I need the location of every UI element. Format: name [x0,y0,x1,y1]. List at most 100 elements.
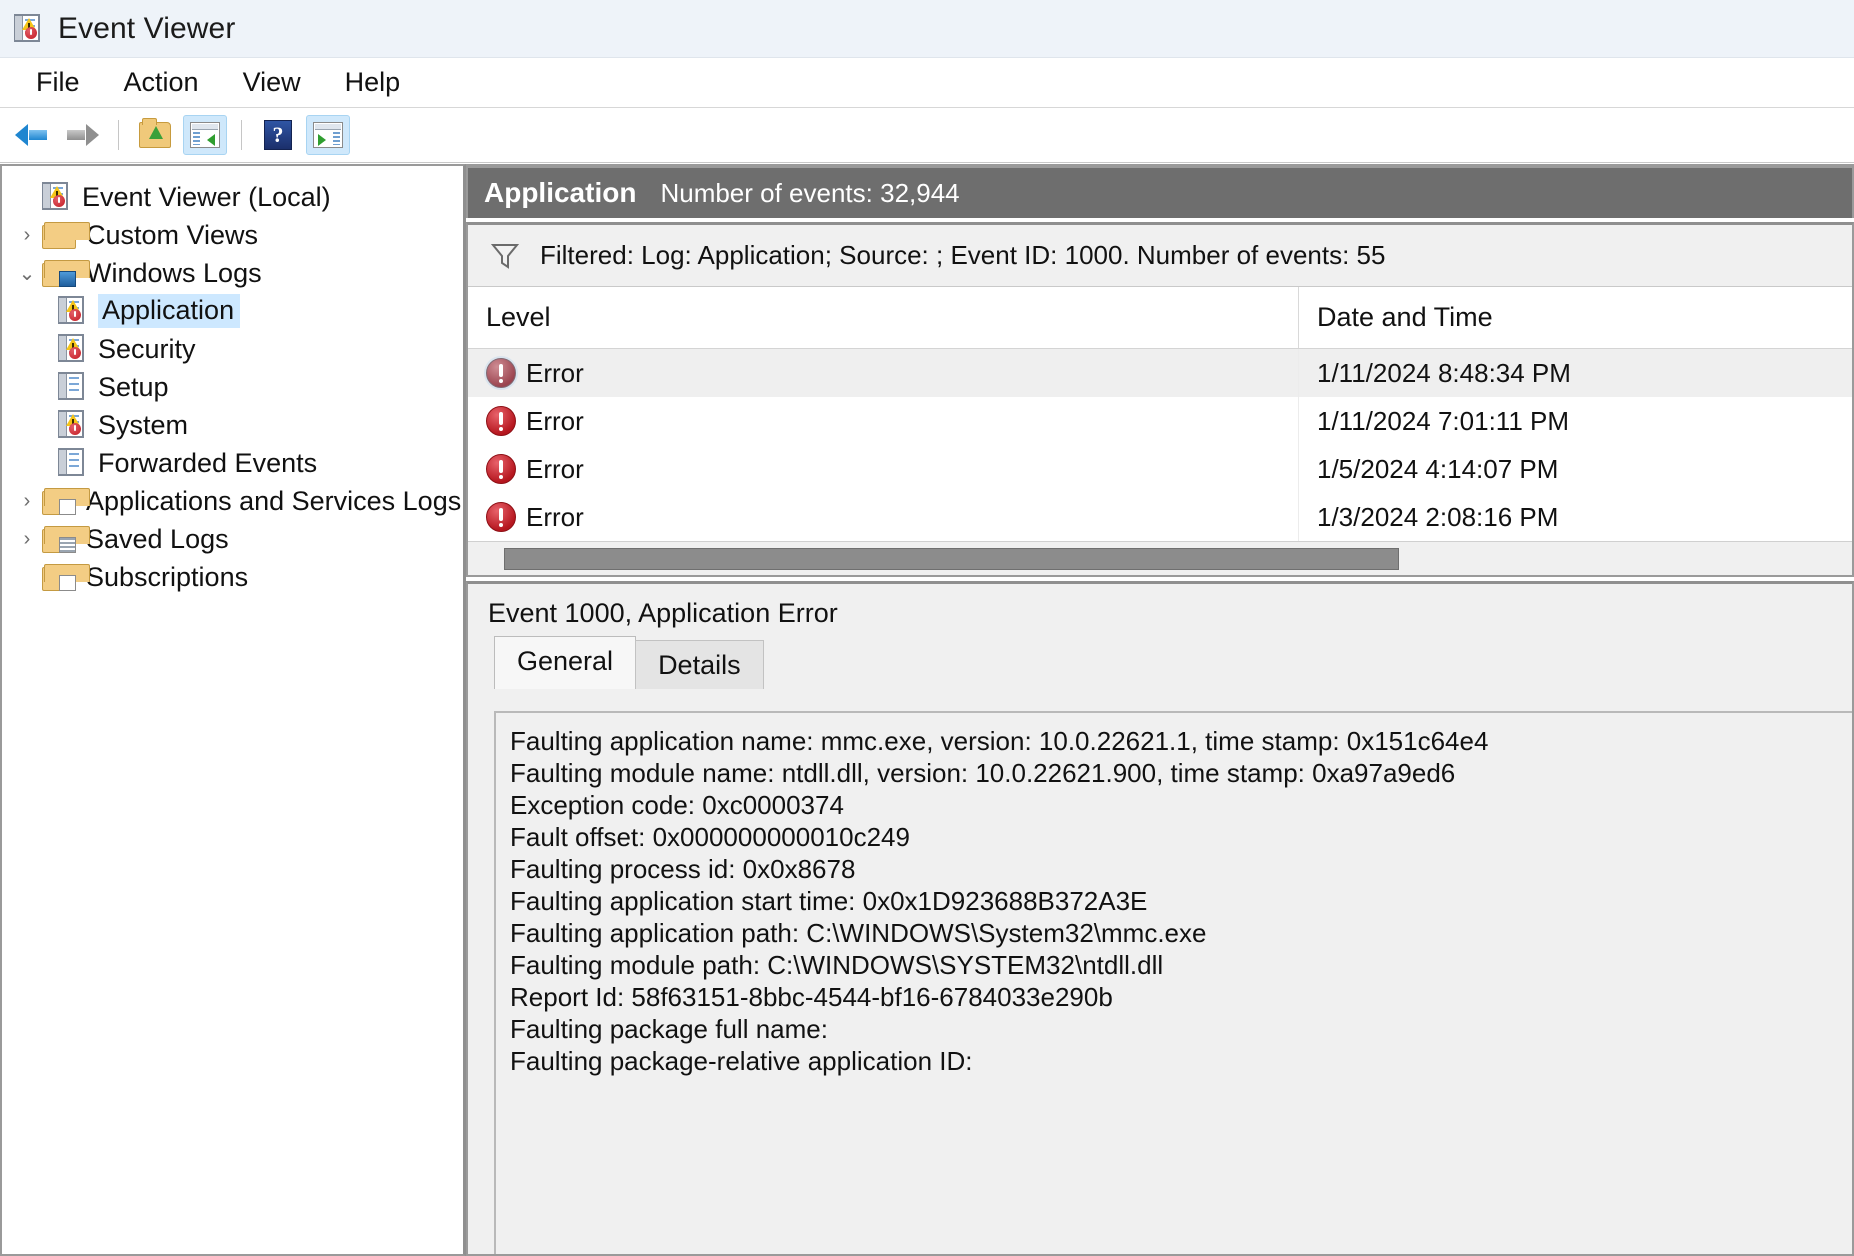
sidebar-item-label: Custom Views [86,220,258,251]
sidebar-item-label: System [98,410,188,441]
error-icon [486,358,516,388]
event-log-icon [14,14,44,44]
sidebar-item-subscriptions[interactable]: Subscriptions [2,558,463,596]
event-list-horizontal-scrollbar[interactable] [468,541,1852,575]
sidebar-item-label: Application [98,294,240,328]
folder-app-icon [42,488,76,515]
folder-windows-icon [42,260,76,287]
detail-line: Faulting application start time: 0x0x1D9… [510,885,1852,917]
detail-line: Faulting package full name: [510,1013,1852,1045]
error-icon [486,406,516,436]
sidebar-item-label: Applications and Services Logs [86,486,461,517]
show-hide-console-tree-button[interactable] [183,115,227,155]
event-datetime-cell: 1/3/2024 2:08:16 PM [1299,502,1852,533]
menu-item-help[interactable]: Help [327,63,419,102]
chevron-right-icon[interactable]: › [12,490,42,513]
plain-log-icon [58,448,88,478]
help-button[interactable]: ? [256,115,300,155]
sidebar-item-event-viewer-local[interactable]: Event Viewer (Local) [2,178,463,216]
event-datetime-cell: 1/11/2024 8:48:34 PM [1299,358,1852,389]
sidebar-item-setup[interactable]: Setup [2,368,463,406]
sidebar-item-custom-views[interactable]: › Custom Views [2,216,463,254]
detail-line: Faulting application path: C:\WINDOWS\Sy… [510,917,1852,949]
pane-header-log-name: Application [484,177,636,209]
question-mark-icon: ? [264,120,292,150]
title-bar: Event Viewer [0,0,1854,58]
tab-general[interactable]: General [494,636,636,689]
sidebar-item-security[interactable]: Security [2,330,463,368]
menu-item-file[interactable]: File [18,63,98,102]
pane-header-event-count: Number of events: 32,944 [660,178,959,209]
sidebar-item-label: Setup [98,372,169,403]
toolbar: ? [0,108,1854,163]
table-row[interactable]: Error 1/3/2024 2:08:16 PM [468,493,1852,541]
console-tree-icon [190,122,220,148]
detail-line: Faulting process id: 0x0x8678 [510,853,1852,885]
event-log-icon [58,334,88,364]
filter-bar[interactable]: Filtered: Log: Application; Source: ; Ev… [468,225,1852,287]
sidebar-item-label: Event Viewer (Local) [82,182,331,213]
sidebar-item-label: Forwarded Events [98,448,317,479]
detail-tab-body: Faulting application name: mmc.exe, vers… [468,689,1852,1254]
error-icon [486,502,516,532]
event-log-icon [58,296,88,326]
event-log-icon [58,410,88,440]
sidebar-item-windows-logs[interactable]: ⌄ Windows Logs [2,254,463,292]
folder-subscription-icon [42,564,76,591]
detail-line: Exception code: 0xc0000374 [510,789,1852,821]
event-log-icon [42,182,72,212]
error-icon [486,454,516,484]
sidebar-item-system[interactable]: System [2,406,463,444]
sidebar-item-label: Windows Logs [86,258,262,289]
detail-line: Faulting module name: ntdll.dll, version… [510,757,1852,789]
back-button[interactable] [10,115,54,155]
main-body: Event Viewer (Local) › Custom Views ⌄ Wi… [0,164,1854,1256]
sidebar-item-label: Subscriptions [86,562,248,593]
sidebar-item-application[interactable]: Application [2,292,463,330]
table-row[interactable]: Error 1/11/2024 8:48:34 PM [468,349,1852,397]
menu-item-view[interactable]: View [225,63,319,102]
event-datetime-cell: 1/5/2024 4:14:07 PM [1299,454,1852,485]
plain-log-icon [58,372,88,402]
event-level-cell: Error [468,445,1299,493]
detail-line: Faulting module path: C:\WINDOWS\SYSTEM3… [510,949,1852,981]
chevron-down-icon[interactable]: ⌄ [12,261,42,286]
table-row[interactable]: Error 1/11/2024 7:01:11 PM [468,397,1852,445]
details-pane: Application Number of events: 32,944 Fil… [466,164,1854,1256]
show-hide-action-pane-button[interactable] [306,115,350,155]
chevron-right-icon[interactable]: › [12,528,42,551]
event-datetime-cell: 1/11/2024 7:01:11 PM [1299,406,1852,437]
menu-item-action[interactable]: Action [106,63,217,102]
detail-line: Faulting package-relative application ID… [510,1045,1852,1077]
forward-button[interactable] [60,115,104,155]
scrollbar-thumb[interactable] [504,548,1399,570]
sidebar-item-forwarded-events[interactable]: Forwarded Events [2,444,463,482]
action-pane-icon [313,122,343,148]
tab-details[interactable]: Details [635,640,764,689]
sidebar-item-applications-and-services-logs[interactable]: › Applications and Services Logs [2,482,463,520]
event-level-label: Error [526,406,584,437]
detail-line: Report Id: 58f63151-8bbc-4544-bf16-67840… [510,981,1852,1013]
folder-saved-icon [42,526,76,553]
event-list-container: Filtered: Log: Application; Source: ; Ev… [466,222,1854,577]
folder-filter-icon [42,222,76,249]
event-level-label: Error [526,454,584,485]
event-level-label: Error [526,358,584,389]
open-saved-log-button[interactable] [133,115,177,155]
detail-tabs: General Details [468,641,1852,689]
back-arrow-icon [15,124,49,146]
event-level-cell: Error [468,349,1299,397]
sidebar-item-saved-logs[interactable]: › Saved Logs [2,520,463,558]
event-description-textbox[interactable]: Faulting application name: mmc.exe, vers… [494,711,1852,1254]
event-list-header: Level Date and Time [468,287,1852,349]
detail-line: Fault offset: 0x000000000010c249 [510,821,1852,853]
chevron-right-icon[interactable]: › [12,224,42,247]
console-tree[interactable]: Event Viewer (Local) › Custom Views ⌄ Wi… [0,164,466,1256]
column-header-date-and-time[interactable]: Date and Time [1299,287,1852,348]
sidebar-item-label: Security [98,334,196,365]
event-level-cell: Error [468,397,1299,445]
funnel-icon [490,242,520,270]
column-header-level[interactable]: Level [468,287,1299,348]
event-detail-pane: Event 1000, Application Error General De… [466,581,1854,1256]
table-row[interactable]: Error 1/5/2024 4:14:07 PM [468,445,1852,493]
